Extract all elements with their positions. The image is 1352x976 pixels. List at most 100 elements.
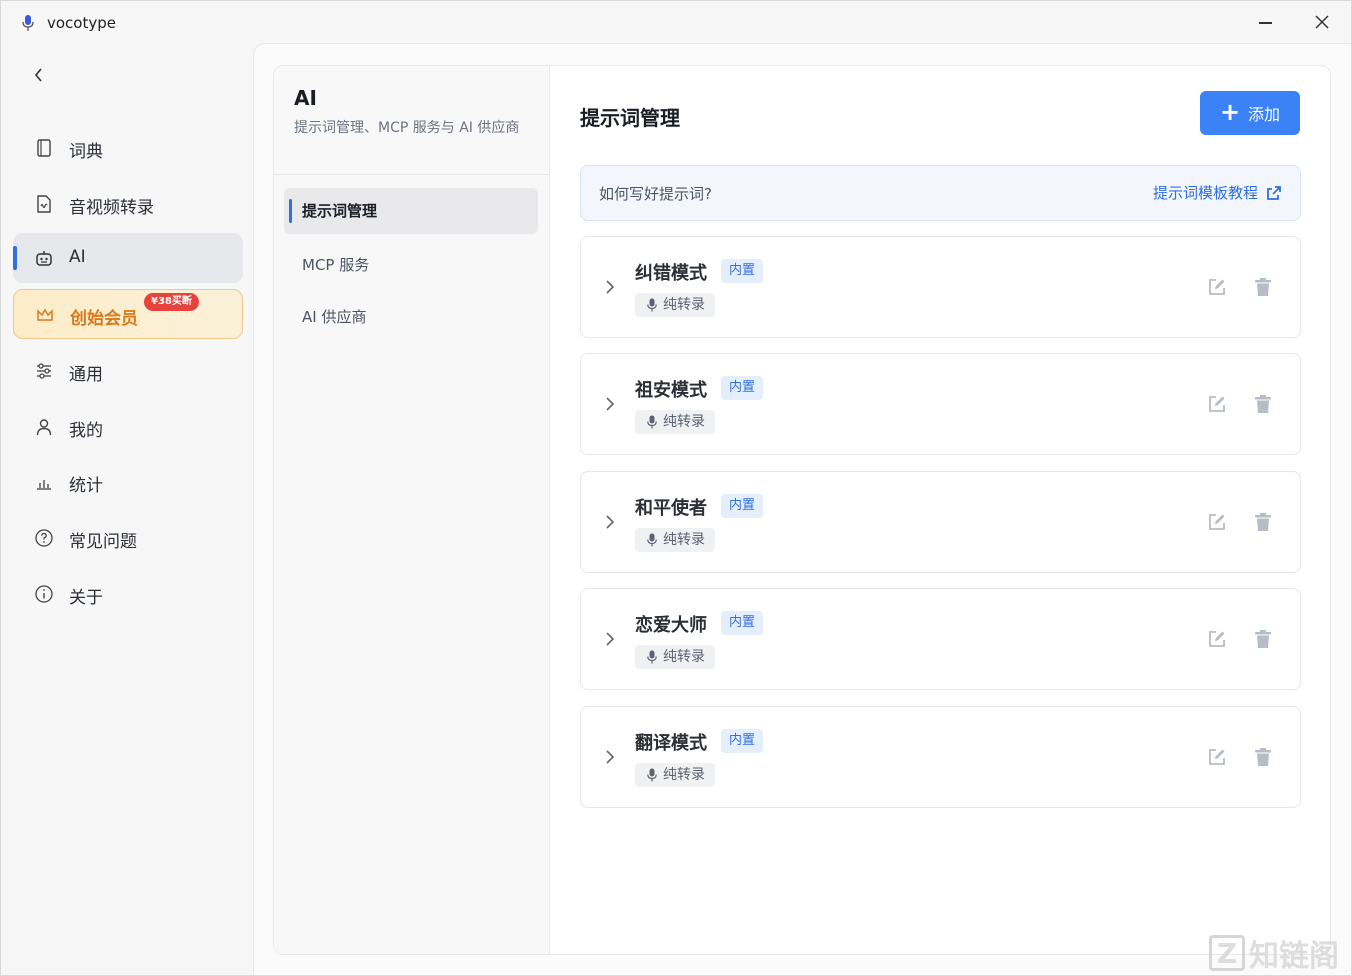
robot-icon — [36, 251, 52, 266]
sidebar-item-stats[interactable]: 统计 — [13, 457, 243, 507]
sidebar: 词典 音视频转录 AI 创始会员 ¥38买断 通用 我的 统计 常见问题 关于 — [1, 43, 253, 975]
prompt-card[interactable]: 和平使者 内置 纯转录 — [580, 471, 1301, 573]
book-icon — [37, 139, 51, 157]
prompt-card[interactable]: 纠错模式 内置 纯转录 — [580, 236, 1301, 338]
add-button-label: 添加 — [1248, 105, 1281, 124]
info-icon — [35, 585, 53, 603]
app-title: vocotype — [47, 14, 116, 32]
builtin-badge: 内置 — [721, 259, 764, 283]
sidebar-item-dictionary[interactable]: 词典 — [13, 123, 243, 173]
builtin-badge: 内置 — [721, 729, 764, 753]
builtin-badge: 内置 — [721, 494, 764, 518]
crown-icon — [37, 308, 53, 321]
builtin-badge: 内置 — [721, 376, 764, 400]
edit-icon[interactable] — [1207, 394, 1227, 414]
watermark-logo: Z 知链阁 — [1209, 933, 1349, 974]
delete-icon[interactable] — [1254, 394, 1272, 414]
prompt-management: 提示词管理 + 添加 如何写好提示词? 提示词模板教程 纠错模式 内置 纯转录 … — [550, 66, 1330, 954]
sub-nav-prompts[interactable]: 提示词管理 — [284, 188, 538, 234]
divider — [274, 174, 550, 175]
sidebar-item-general[interactable]: 通用 — [13, 346, 243, 396]
question-icon — [35, 529, 53, 547]
prompt-card[interactable]: 翻译模式 内置 纯转录 — [580, 706, 1301, 808]
watermark-text: 知链阁 — [1249, 939, 1339, 974]
user-icon — [36, 419, 52, 436]
mode-tag: 纯转录 — [635, 645, 715, 669]
mode-tag: 纯转录 — [635, 410, 715, 434]
section-title: AI — [294, 86, 317, 110]
mode-tag-label: 纯转录 — [663, 297, 705, 313]
tip-banner: 如何写好提示词? 提示词模板教程 — [580, 165, 1301, 221]
sidebar-item-about[interactable]: 关于 — [13, 569, 243, 619]
sidebar-item-faq[interactable]: 常见问题 — [13, 513, 243, 563]
sidebar-item-label: 统计 — [69, 476, 103, 496]
chevron-right-icon[interactable] — [603, 630, 617, 648]
delete-icon[interactable] — [1254, 747, 1272, 767]
section-description: 提示词管理、MCP 服务与 AI 供应商 — [294, 120, 520, 136]
mode-tag-label: 纯转录 — [663, 767, 705, 783]
file-audio-icon — [37, 195, 51, 213]
page-title: 提示词管理 — [580, 106, 680, 130]
sidebar-item-ai[interactable]: AI — [13, 233, 243, 283]
sub-nav-mcp[interactable]: MCP 服务 — [284, 242, 538, 288]
edit-icon[interactable] — [1207, 277, 1227, 297]
mic-icon — [647, 298, 657, 312]
edit-icon[interactable] — [1207, 629, 1227, 649]
minimize-button[interactable] — [1255, 11, 1277, 33]
mode-tag-label: 纯转录 — [663, 649, 705, 665]
plus-icon: + — [1219, 97, 1241, 126]
external-link-icon — [1267, 185, 1281, 200]
prompt-card[interactable]: 祖安模式 内置 纯转录 — [580, 353, 1301, 455]
title-bar: vocotype — [1, 1, 1351, 43]
sidebar-item-label: AI — [69, 247, 86, 267]
tutorial-link[interactable]: 提示词模板教程 — [1153, 182, 1282, 203]
sidebar-item-label: 关于 — [69, 588, 103, 608]
sub-nav-ai-provider[interactable]: AI 供应商 — [284, 294, 538, 340]
tip-text: 如何写好提示词? — [599, 185, 712, 203]
sliders-icon — [37, 363, 51, 379]
sidebar-item-label: 创始会员 — [70, 309, 138, 329]
close-button[interactable] — [1311, 11, 1333, 33]
mode-tag: 纯转录 — [635, 763, 715, 787]
delete-icon[interactable] — [1254, 512, 1272, 532]
mode-tag: 纯转录 — [635, 293, 715, 317]
back-button[interactable] — [29, 65, 49, 85]
chevron-right-icon[interactable] — [603, 748, 617, 766]
mic-icon — [647, 415, 657, 429]
mic-icon — [647, 768, 657, 782]
watermark-z-icon: Z — [1209, 935, 1245, 971]
app-mic-icon — [22, 15, 34, 31]
prompt-name: 祖安模式 — [635, 380, 707, 401]
chart-icon — [37, 480, 51, 490]
mode-tag: 纯转录 — [635, 528, 715, 552]
edit-icon[interactable] — [1207, 747, 1227, 767]
prompt-name: 翻译模式 — [635, 733, 707, 754]
edit-icon[interactable] — [1207, 512, 1227, 532]
tutorial-link-label: 提示词模板教程 — [1152, 184, 1258, 202]
sidebar-item-transcribe[interactable]: 音视频转录 — [13, 179, 243, 229]
chevron-right-icon[interactable] — [603, 395, 617, 413]
sidebar-item-profile[interactable]: 我的 — [13, 402, 243, 452]
mic-icon — [647, 533, 657, 547]
app-window: vocotype 词典 音视频转录 AI 创始会员 ¥38买断 通用 我的 统计… — [0, 0, 1352, 976]
sidebar-item-label: 音视频转录 — [69, 198, 154, 218]
delete-icon[interactable] — [1254, 277, 1272, 297]
sidebar-item-label: 词典 — [69, 142, 103, 162]
sidebar-item-vip[interactable]: 创始会员 ¥38买断 — [13, 289, 243, 339]
prompt-card[interactable]: 恋爱大师 内置 纯转录 — [580, 588, 1301, 690]
price-badge: ¥38买断 — [144, 293, 199, 311]
ai-sub-sidebar: AI 提示词管理、MCP 服务与 AI 供应商 提示词管理 MCP 服务 AI … — [274, 66, 550, 954]
builtin-badge: 内置 — [721, 611, 764, 635]
delete-icon[interactable] — [1254, 629, 1272, 649]
prompt-name: 恋爱大师 — [635, 615, 707, 636]
chevron-right-icon[interactable] — [603, 513, 617, 531]
chevron-right-icon[interactable] — [603, 278, 617, 296]
mode-tag-label: 纯转录 — [663, 532, 705, 548]
sidebar-item-label: 通用 — [69, 365, 103, 385]
mic-icon — [647, 650, 657, 664]
ai-panel: AI 提示词管理、MCP 服务与 AI 供应商 提示词管理 MCP 服务 AI … — [273, 65, 1331, 955]
prompt-name: 纠错模式 — [635, 263, 707, 284]
sidebar-item-label: 我的 — [69, 421, 103, 441]
add-button[interactable]: + 添加 — [1200, 91, 1300, 135]
sidebar-item-label: 常见问题 — [69, 532, 137, 552]
